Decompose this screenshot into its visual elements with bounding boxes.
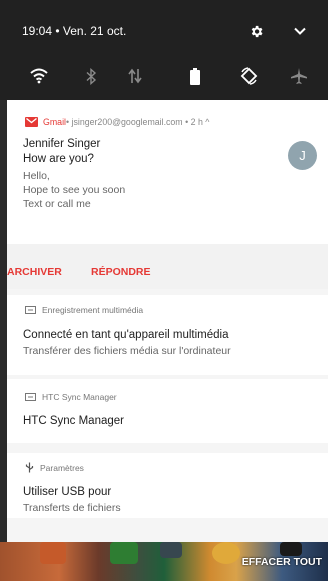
reply-button[interactable]: RÉPONDRE [91, 266, 151, 278]
airplane-mode-icon[interactable] [288, 65, 310, 87]
wifi-icon[interactable] [28, 65, 50, 87]
email-body-line: Hope to see you soon [23, 184, 126, 196]
chevron-down-icon[interactable] [294, 27, 306, 36]
mobile-data-icon[interactable] [124, 65, 146, 87]
gmail-icon [25, 117, 38, 127]
htc-sync-title: HTC Sync Manager [23, 415, 124, 427]
clear-all-button[interactable]: EFFACER TOUT [242, 556, 322, 568]
bluetooth-icon[interactable] [80, 65, 102, 87]
gmail-header-info: • jsinger200@googlemail.com • 2 h ^ [65, 117, 210, 127]
auto-rotate-icon[interactable] [238, 65, 260, 87]
usb-settings-header: Paramètres [25, 462, 84, 473]
gmail-header: Gmail • jsinger200@googlemail.com • 2 h … [25, 116, 209, 128]
app-icon[interactable] [110, 542, 138, 564]
archive-button[interactable]: ARCHIVER [7, 266, 62, 278]
usb-settings-notification[interactable]: Paramètres Utiliser USB pour Transferts … [7, 453, 328, 518]
email-subject: How are you? [23, 153, 94, 165]
gear-icon[interactable] [249, 24, 264, 39]
app-icon[interactable] [212, 542, 240, 564]
email-body-line: Text or call me [23, 198, 91, 210]
usb-icon [25, 462, 34, 473]
gmail-notification[interactable]: Gmail • jsinger200@googlemail.com • 2 h … [7, 100, 328, 244]
usb-media-icon [25, 306, 36, 314]
battery-icon[interactable] [184, 65, 206, 87]
app-icon[interactable] [280, 542, 302, 556]
email-body-line: Hello, [23, 170, 50, 182]
gmail-actions: ARCHIVER RÉPONDRE [7, 244, 328, 289]
notification-panel: Gmail • jsinger200@googlemail.com • 2 h … [7, 100, 328, 542]
htc-sync-icon [25, 393, 36, 401]
htc-sync-header: HTC Sync Manager [25, 392, 117, 402]
usb-media-title: Connecté en tant qu'appareil multimédia [23, 329, 229, 341]
sender-name: Jennifer Singer [23, 138, 101, 150]
app-icon[interactable] [40, 542, 66, 564]
status-bar: 19:04 • Ven. 21 oct. [0, 0, 328, 55]
quick-settings-row [0, 55, 328, 100]
usb-settings-text: Transferts de fichiers [23, 502, 121, 514]
gmail-app-name: Gmail [43, 117, 66, 127]
usb-settings-header-label: Paramètres [40, 462, 84, 473]
app-drawer-icon[interactable] [160, 542, 182, 558]
usb-settings-title: Utiliser USB pour [23, 486, 112, 498]
htc-sync-notification[interactable]: HTC Sync Manager HTC Sync Manager [7, 379, 328, 443]
htc-sync-header-label: HTC Sync Manager [42, 392, 117, 402]
avatar: J [288, 141, 317, 170]
usb-media-notification[interactable]: Enregistrement multimédia Connecté en ta… [7, 295, 328, 375]
time-date: 19:04 • Ven. 21 oct. [22, 24, 127, 38]
usb-media-text: Transférer des fichiers média sur l'ordi… [23, 345, 231, 357]
usb-media-header-label: Enregistrement multimédia [42, 305, 144, 315]
usb-media-header: Enregistrement multimédia [25, 305, 143, 315]
